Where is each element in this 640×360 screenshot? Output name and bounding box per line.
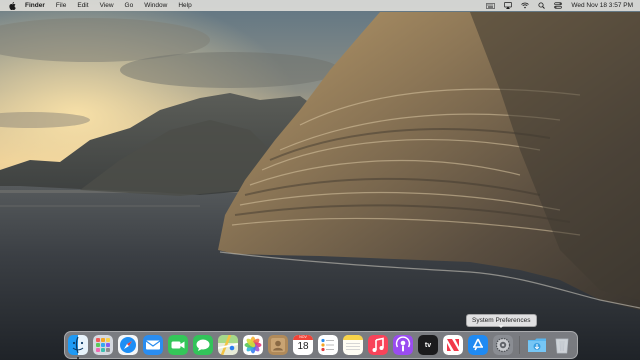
- wallpaper-image: [0, 0, 640, 360]
- facetime-icon[interactable]: [168, 335, 188, 355]
- mail-icon[interactable]: [143, 335, 163, 355]
- dock-tooltip-arrow: [498, 325, 504, 328]
- apple-tv-icon[interactable]: tv: [418, 335, 438, 355]
- notes-icon[interactable]: [343, 335, 363, 355]
- tv-label: tv: [424, 341, 432, 349]
- app-store-icon[interactable]: [468, 335, 488, 355]
- launchpad-icon[interactable]: [93, 335, 113, 355]
- apple-logo-icon[interactable]: [9, 1, 17, 10]
- contacts-icon[interactable]: [268, 335, 288, 355]
- wifi-icon[interactable]: [521, 2, 530, 9]
- menu-file[interactable]: File: [56, 2, 66, 9]
- maps-icon[interactable]: [218, 335, 238, 355]
- reminders-icon[interactable]: [318, 335, 338, 355]
- finder-icon[interactable]: [68, 335, 88, 355]
- keyboard-icon[interactable]: [486, 2, 496, 9]
- menu-app-finder[interactable]: Finder: [25, 2, 45, 9]
- dock-separator: [519, 336, 520, 354]
- menu-edit[interactable]: Edit: [77, 2, 88, 9]
- music-icon[interactable]: [368, 335, 388, 355]
- downloads-folder-icon[interactable]: [527, 335, 547, 355]
- news-icon[interactable]: [443, 335, 463, 355]
- finder-running-indicator: [77, 356, 79, 359]
- calendar-icon[interactable]: NOV 18: [293, 335, 313, 355]
- menu-bar-clock[interactable]: Wed Nov 18 3:57 PM: [571, 2, 633, 9]
- podcasts-icon[interactable]: [393, 335, 413, 355]
- airplay-icon[interactable]: [504, 2, 513, 9]
- menu-view[interactable]: View: [100, 2, 114, 9]
- photos-icon[interactable]: [243, 335, 263, 355]
- search-icon[interactable]: [538, 2, 546, 9]
- desktop-wallpaper: [0, 0, 640, 360]
- menu-bar: Finder File Edit View Go Window Help Wed…: [0, 0, 640, 11]
- safari-icon[interactable]: [118, 335, 138, 355]
- control-center-icon[interactable]: [554, 2, 563, 9]
- menu-go[interactable]: Go: [125, 2, 134, 9]
- menu-help[interactable]: Help: [178, 2, 191, 9]
- calendar-day: 18: [297, 341, 309, 352]
- dock: NOV 18 tv: [64, 331, 578, 359]
- messages-icon[interactable]: [193, 335, 213, 355]
- menu-window[interactable]: Window: [144, 2, 167, 9]
- system-preferences-icon[interactable]: [493, 335, 513, 355]
- trash-icon[interactable]: [552, 335, 572, 355]
